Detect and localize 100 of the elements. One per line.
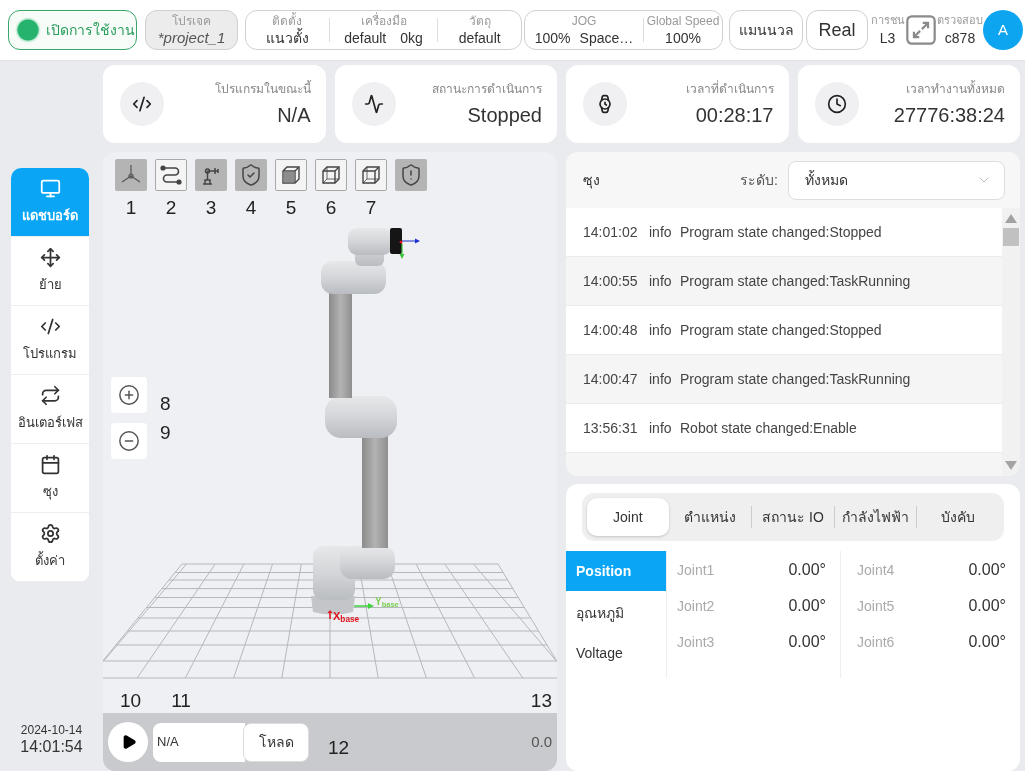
log-message: Program state changed:Stopped [680, 320, 882, 340]
mode-button[interactable]: Real [806, 10, 868, 50]
speed-reading: 0.0 [531, 733, 552, 749]
view-toggle-button[interactable] [355, 159, 387, 191]
collision-label: การชน [870, 15, 905, 26]
joint-name: Joint4 [857, 560, 895, 580]
stat-value: Stopped [467, 105, 542, 125]
project-name: *project_1 [157, 30, 226, 45]
zoom-in-button[interactable] [111, 377, 147, 413]
callout-number: 12 [328, 737, 350, 757]
log-level: info [649, 271, 673, 291]
joint-value: 0.00° [968, 596, 1006, 616]
shield-alert-icon [399, 163, 423, 187]
log-message: Program state changed:Stopped [680, 222, 882, 242]
zoom-out-icon [118, 430, 140, 452]
callout-number: 8 [160, 394, 171, 413]
joint-value: 0.00° [968, 632, 1006, 652]
watch-icon [583, 82, 627, 126]
mode-button[interactable]: แมนนวล [729, 10, 803, 50]
load-button[interactable]: โหลด [243, 722, 309, 762]
view-toggle-button[interactable] [155, 159, 187, 191]
shield-check-icon [239, 163, 263, 187]
view-toggle-button[interactable] [195, 159, 227, 191]
view-toggle-button[interactable] [315, 159, 347, 191]
path-icon [159, 163, 183, 187]
speed-panel[interactable]: JOG 100% Space… Global Speed 100% [524, 10, 723, 50]
scrollbar[interactable] [1002, 208, 1020, 476]
clock-icon [814, 82, 859, 126]
log-level: info [649, 222, 673, 242]
joint-name: Joint1 [677, 560, 715, 580]
scrollbar-thumb[interactable] [1003, 228, 1019, 246]
tab[interactable]: บังคับ [917, 498, 999, 536]
view-toggle-button[interactable] [115, 159, 147, 191]
move-icon [39, 247, 61, 269]
level-select[interactable]: ทั้งหมด [788, 160, 1005, 200]
tab[interactable]: สถานะ IO [752, 498, 834, 536]
stat-value: 27776:38:24 [893, 105, 1005, 125]
callout-number: 5 [285, 198, 297, 217]
log-time: 14:00:48 [583, 320, 639, 340]
setup-panel[interactable]: ติดตั้ง แนวตั้ง เครื่องมือ default 0kg วัตถุ default [245, 10, 522, 50]
log-level: info [649, 320, 673, 340]
setup-value: default [458, 31, 501, 45]
view-toggle-button[interactable] [395, 159, 427, 191]
tab[interactable]: Joint [587, 498, 669, 536]
joint-value: 0.00° [788, 596, 826, 616]
speed-value: 100% [534, 31, 571, 45]
log-message: Program state changed:TaskRunning [680, 369, 911, 389]
log-time: 14:01:02 [583, 222, 639, 242]
callout-number: 11 [171, 691, 191, 710]
stat-label: สถานะการดำเนินการ [432, 83, 542, 95]
cube-icon [359, 163, 383, 187]
joint-value: 0.00° [788, 560, 826, 580]
speed-label: JOG [571, 15, 597, 27]
check-value: c878 [944, 31, 976, 45]
activity-icon [351, 82, 396, 126]
zoom-out-button[interactable] [111, 423, 147, 459]
log-level: info [649, 418, 673, 438]
axis-label: Y$_{base}$ [375, 597, 399, 607]
callout-number: 2 [165, 198, 177, 217]
log-message: Robot state changed:Enable [680, 418, 857, 438]
robot-viewport[interactable]: Y$_{base}$ X$_{base}$ 1 2 3 4 5 6 7 8 9 10 11 13 N/A โหลด 12 0.0 [103, 152, 557, 771]
log-level: info [649, 369, 673, 389]
calendar-icon [39, 454, 61, 476]
stat-value: N/A [277, 105, 311, 125]
tab[interactable]: กำลังไฟฟ้า [834, 498, 917, 536]
axis-label: X$_{base}$ [333, 611, 360, 622]
settings-icon [39, 523, 61, 545]
speed-value: 100% [665, 31, 701, 45]
callout-number: 13 [530, 691, 552, 710]
callout-number: 9 [160, 423, 171, 442]
log-title: ซุง [583, 170, 600, 191]
cube-icon [279, 163, 303, 187]
log-message: Program state changed:TaskRunning [680, 271, 911, 291]
play-button[interactable] [108, 722, 148, 762]
setup-label: วัตถุ [468, 15, 491, 27]
joint-name: Joint2 [677, 596, 715, 616]
date-text: 2024-10-14 [20, 724, 83, 736]
setup-value: default [344, 31, 387, 45]
check-label: ตรวจสอบ [937, 15, 983, 26]
log-time: 13:56:31 [583, 418, 639, 438]
project-label: โปรเจค [172, 15, 211, 27]
callout-number: 3 [205, 198, 217, 217]
joint-value: 0.00° [968, 560, 1006, 580]
expand-icon[interactable] [906, 15, 936, 45]
time-text: 14:01:54 [20, 739, 83, 755]
project-selector[interactable]: โปรเจค *project_1 [145, 10, 238, 50]
program-field[interactable]: N/A [153, 722, 245, 762]
view-toggle-button[interactable] [275, 159, 307, 191]
cube-icon [319, 163, 343, 187]
collision-value: L3 [879, 31, 896, 45]
callout-number: 1 [125, 198, 137, 217]
play-icon [121, 734, 137, 750]
speed-label: Global Speed [646, 15, 720, 27]
callout-number: 4 [245, 198, 257, 217]
log-time: 14:00:55 [583, 271, 639, 291]
setup-value: 0kg [400, 31, 423, 45]
joint-value: 0.00° [788, 632, 826, 652]
view-toggle-button[interactable] [235, 159, 267, 191]
base-axes-drawing [327, 603, 374, 620]
tab[interactable]: ตำแหน่ง [669, 498, 752, 536]
